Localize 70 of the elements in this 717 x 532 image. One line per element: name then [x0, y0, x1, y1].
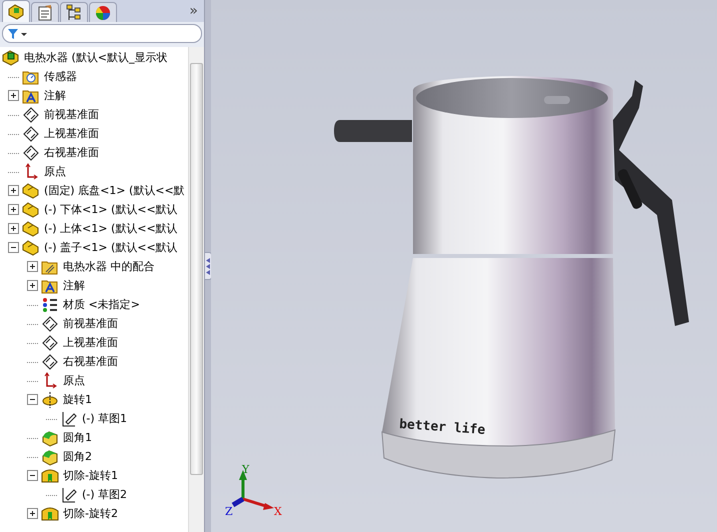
sketch-icon [60, 486, 78, 504]
tree-item[interactable]: 原点 [63, 373, 85, 388]
tree-item[interactable]: 材质 <未指定> [63, 297, 140, 312]
minus-icon[interactable] [27, 394, 38, 405]
tree-item[interactable]: 圆角2 [63, 449, 92, 464]
plane-icon [41, 314, 59, 332]
revolve-icon [41, 390, 59, 408]
more-tabs-button[interactable]: » [189, 3, 198, 19]
color-wheel-icon [94, 4, 112, 22]
plus-icon[interactable] [8, 223, 19, 234]
tree-item[interactable]: (固定) 底盘<1> (默认<<默 [44, 183, 185, 198]
panel-tab[interactable] [2, 0, 30, 22]
part-icon [22, 220, 40, 238]
plane-icon [41, 334, 59, 352]
plane-icon [22, 106, 40, 124]
tree-item[interactable]: (-) 草图1 [82, 411, 128, 426]
x-axis-label: X [274, 505, 282, 518]
tree-item[interactable]: 圆角1 [63, 430, 92, 445]
plus-icon[interactable] [8, 185, 19, 196]
y-axis-label: Y [242, 463, 250, 476]
panel-tab[interactable] [31, 2, 59, 22]
tree-item[interactable]: 前视基准面 [44, 107, 99, 122]
tree-item[interactable]: 右视基准面 [44, 145, 99, 160]
filter-field[interactable] [2, 24, 202, 43]
tree-item[interactable]: 上视基准面 [44, 126, 99, 141]
tree-item[interactable]: (-) 下体<1> (默认<<默认 [44, 202, 178, 217]
panel-tab[interactable] [60, 2, 88, 22]
property-sheet-icon [36, 4, 54, 22]
minus-icon[interactable] [27, 470, 38, 481]
plus-icon[interactable] [27, 261, 38, 272]
plus-icon[interactable] [27, 280, 38, 291]
material-icon [41, 296, 59, 314]
tree-item[interactable]: 右视基准面 [63, 354, 118, 369]
hierarchy-icon [65, 4, 83, 22]
tree-item[interactable]: 注解 [44, 88, 66, 103]
tree-item[interactable]: (-) 上体<1> (默认<<默认 [44, 221, 178, 236]
tree-item[interactable]: 上视基准面 [63, 335, 118, 350]
assembly-icon [2, 48, 20, 66]
part-icon [22, 182, 40, 200]
part-icon [22, 238, 40, 256]
tree-item[interactable]: 前视基准面 [63, 316, 118, 331]
tree-item[interactable]: 切除-旋转2 [63, 506, 118, 521]
plane-icon [22, 144, 40, 162]
tree-item[interactable]: 电热水器 (默认<默认_显示状 [24, 50, 168, 65]
plane-icon [22, 124, 40, 142]
cut-icon [41, 504, 59, 522]
fillet-icon [41, 428, 59, 446]
tree-item[interactable]: 电热水器 中的配合 [63, 259, 154, 274]
tree-item[interactable]: 原点 [44, 164, 66, 179]
part-icon [22, 200, 40, 218]
panel-tab[interactable] [89, 2, 117, 22]
tree-item[interactable]: 注解 [63, 278, 85, 293]
z-axis-label: Z [225, 505, 233, 518]
tree-item[interactable]: 旋转1 [63, 392, 92, 407]
tree-item[interactable]: (-) 盖子<1> (默认<<默认 [44, 240, 178, 255]
tree-item[interactable]: 传感器 [44, 69, 77, 84]
fillet-icon [41, 448, 59, 466]
tree-item[interactable]: 切除-旋转1 [63, 468, 118, 483]
cut-icon [41, 466, 59, 484]
plus-icon[interactable] [27, 508, 38, 519]
feature-tree-icon [7, 2, 25, 20]
plus-icon[interactable] [8, 90, 19, 101]
plus-icon[interactable] [8, 204, 19, 215]
sketch-icon [60, 410, 78, 428]
filter-icon [7, 28, 29, 40]
kettle-print: better life [398, 417, 486, 438]
minus-icon[interactable] [8, 242, 19, 253]
plane-icon [41, 352, 59, 370]
tree-item[interactable]: (-) 草图2 [82, 487, 128, 502]
scrollbar[interactable] [188, 47, 204, 532]
